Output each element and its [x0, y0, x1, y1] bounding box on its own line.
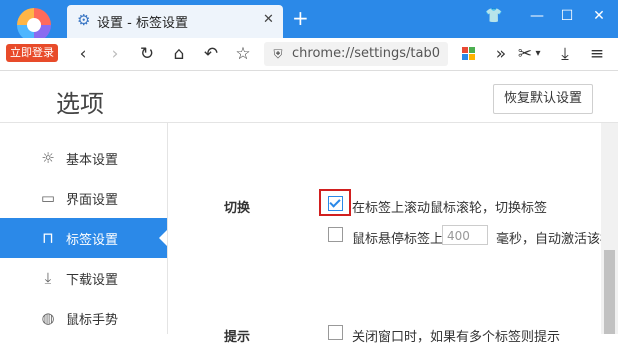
- minimize-button[interactable]: —: [525, 6, 549, 26]
- sidebar-item-label: 鼠标手势: [66, 313, 119, 328]
- download-icon[interactable]: ⤓: [554, 43, 576, 65]
- sidebar-item-label: 基本设置: [66, 153, 119, 168]
- scissors-dropdown-icon[interactable]: ▾: [532, 43, 544, 65]
- hover-activate-suffix: 毫秒，自动激活该标: [496, 232, 602, 247]
- back-button[interactable]: ‹: [72, 43, 94, 65]
- menu-icon[interactable]: ≡: [586, 43, 608, 65]
- tab-close-icon[interactable]: ✕: [263, 12, 274, 27]
- tab-icon: ⊓: [42, 229, 54, 247]
- forward-button[interactable]: ›: [104, 43, 126, 65]
- shield-icon: ⛨: [273, 47, 283, 61]
- sidebar-item-label: 下载设置: [66, 273, 119, 288]
- hover-activate-checkbox[interactable]: [328, 227, 343, 242]
- address-bar[interactable]: ⛨ chrome://settings/tab0: [264, 42, 448, 66]
- apps-tile: [462, 54, 468, 60]
- download-icon: ⤓: [44, 269, 52, 287]
- hover-activate-label: 鼠标悬停标签上: [352, 232, 444, 247]
- sidebar-item-interface[interactable]: ▭ 界面设置: [0, 178, 167, 218]
- hover-delay-input[interactable]: 400: [442, 225, 488, 245]
- gear-icon: ⚙: [77, 11, 91, 29]
- scroll-switch-checkbox[interactable]: [328, 196, 343, 211]
- sidebar-item-label: 标签设置: [66, 233, 119, 248]
- close-button[interactable]: ✕: [587, 6, 611, 26]
- title-bar: ⚙ 设置 - 标签设置 ✕ + 👕 — ☐ ✕: [0, 0, 618, 42]
- scroll-switch-label: 在标签上滚动鼠标滚轮，切换标签: [352, 201, 548, 216]
- mouse-icon: ◍: [41, 309, 55, 327]
- apps-tile: [462, 47, 468, 53]
- new-tab-button[interactable]: +: [292, 7, 309, 29]
- window-icon: ▭: [40, 189, 56, 207]
- logo-center: [27, 18, 41, 32]
- section-label-switch: 切换: [224, 201, 251, 216]
- page-title: 选项: [56, 90, 104, 118]
- sidebar-item-download[interactable]: ⤓ 下载设置: [0, 258, 167, 298]
- apps-grid-icon[interactable]: [462, 47, 476, 61]
- reset-defaults-button[interactable]: 恢复默认设置: [493, 84, 593, 114]
- scrollbar-thumb[interactable]: [604, 250, 615, 334]
- sidebar-item-label: 界面设置: [66, 193, 119, 208]
- tab-title: 设置 - 标签设置: [97, 16, 188, 31]
- sidebar-item-mouse-gestures[interactable]: ◍ 鼠标手势: [0, 298, 167, 338]
- undo-close-tab-button[interactable]: ↶: [200, 43, 222, 65]
- sidebar-item-basic[interactable]: ☼ 基本设置: [0, 138, 167, 178]
- close-window-prompt-label: 关闭窗口时，如果有多个标签则提示: [352, 330, 561, 345]
- toolbar: ‹ › ↻ ⌂ ↶ ☆ ⛨ chrome://settings/tab0 » ✂…: [0, 38, 618, 71]
- apps-tile: [469, 47, 475, 53]
- sidebar: ☼ 基本设置 ▭ 界面设置 ⊓ 标签设置 ⤓ 下载设置 ◍ 鼠标手势: [0, 123, 168, 334]
- home-button[interactable]: ⌂: [168, 43, 190, 65]
- more-extensions-icon[interactable]: »: [490, 43, 512, 65]
- apps-tile: [469, 54, 475, 60]
- close-window-prompt-checkbox[interactable]: [328, 325, 343, 340]
- section-label-tip: 提示: [224, 330, 251, 345]
- tab-settings[interactable]: ⚙ 设置 - 标签设置 ✕: [67, 5, 283, 38]
- sidebar-item-tabs[interactable]: ⊓ 标签设置: [0, 218, 167, 258]
- reload-button[interactable]: ↻: [136, 43, 158, 65]
- address-text[interactable]: chrome://settings/tab0: [292, 46, 446, 61]
- maximize-button[interactable]: ☐: [555, 6, 579, 26]
- login-button[interactable]: 立即登录: [6, 44, 58, 62]
- active-indicator-arrow: [159, 230, 167, 246]
- gear-icon: ☼: [41, 149, 55, 167]
- bookmark-star-icon[interactable]: ☆: [232, 43, 254, 65]
- skin-icon[interactable]: 👕: [482, 6, 506, 26]
